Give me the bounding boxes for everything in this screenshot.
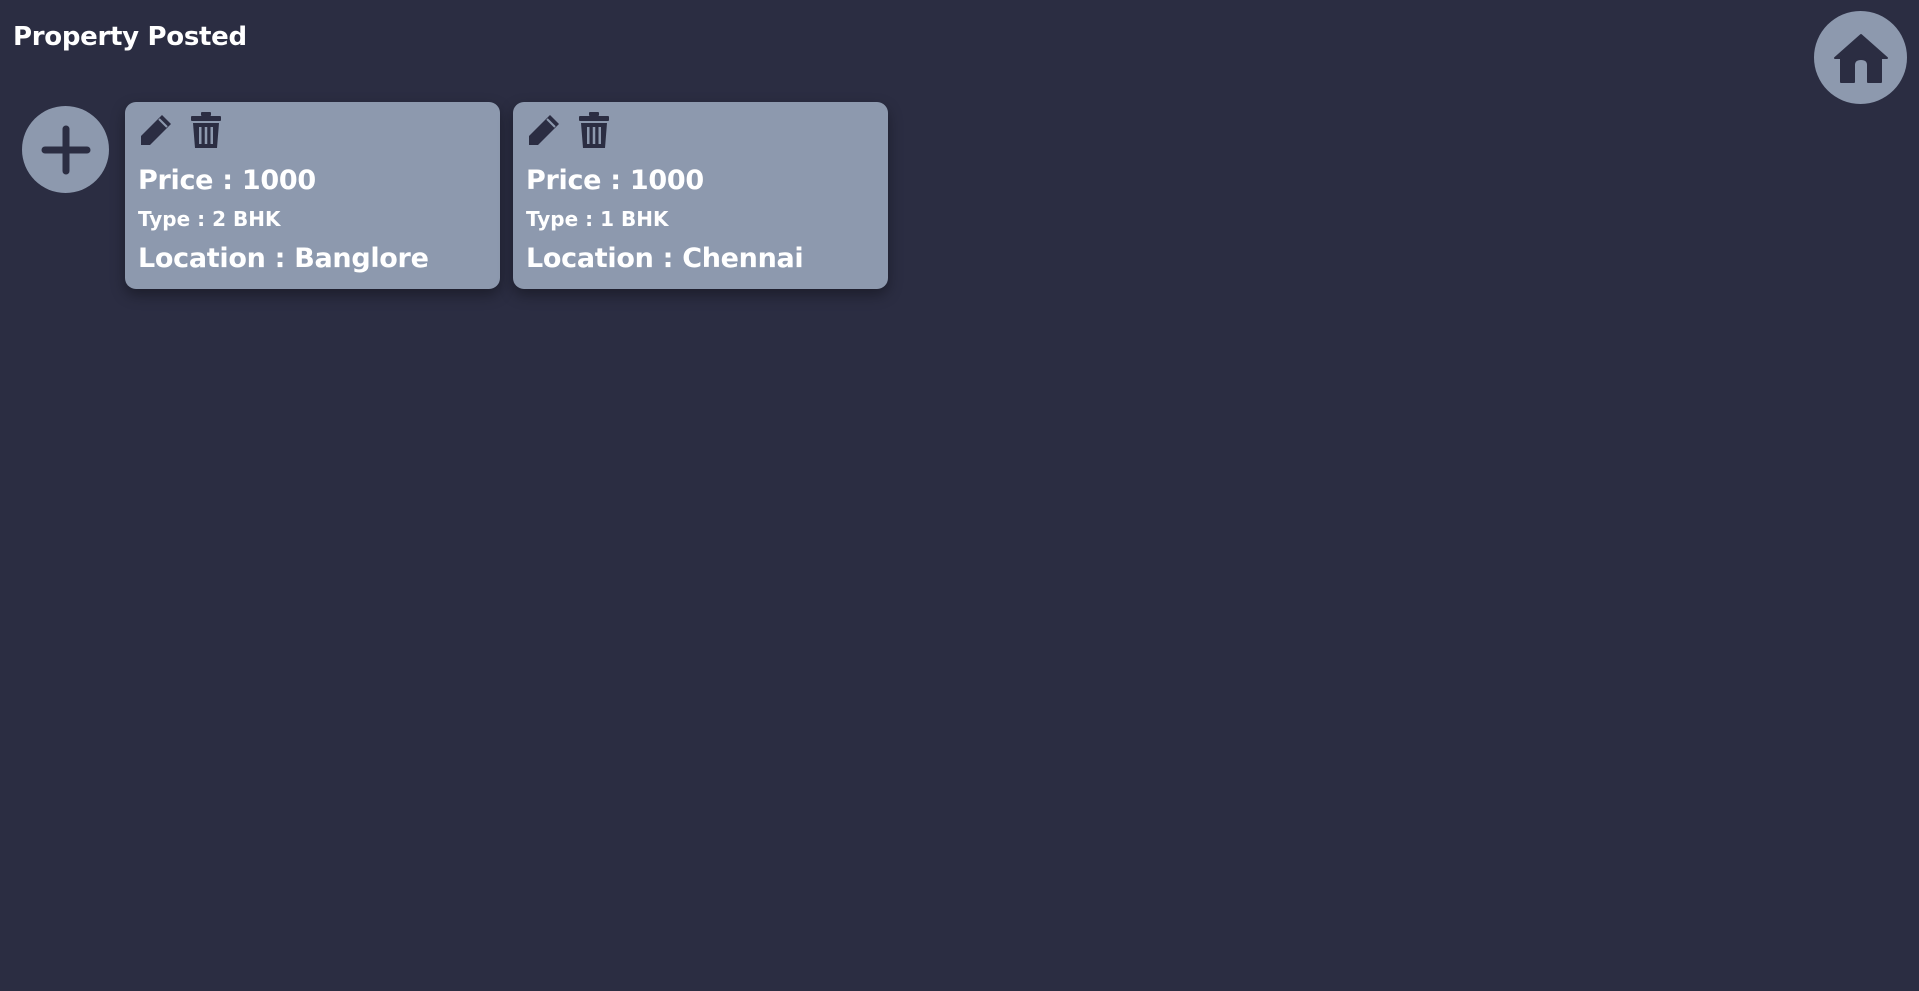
card-type: Type : 1 BHK [526,207,669,231]
card-price: Price : 1000 [526,165,704,196]
trash-icon [191,112,221,148]
page-title: Property Posted [13,22,247,52]
card-actions [138,110,487,150]
card-price: Price : 1000 [138,165,316,196]
delete-button[interactable] [576,111,612,149]
add-property-button[interactable] [22,106,109,193]
property-card: Price : 1000 Type : 1 BHK Location : Che… [513,102,888,289]
home-button[interactable] [1814,11,1907,104]
delete-button[interactable] [188,111,224,149]
edit-button[interactable] [526,111,562,149]
trash-icon [579,112,609,148]
card-location: Location : Banglore [138,243,429,274]
card-type: Type : 2 BHK [138,207,281,231]
card-location: Location : Chennai [526,243,804,274]
edit-button[interactable] [138,111,174,149]
pencil-icon [529,115,559,145]
property-card: Price : 1000 Type : 2 BHK Location : Ban… [125,102,500,289]
card-actions [526,110,875,150]
home-icon [1833,33,1888,83]
plus-icon [41,125,90,174]
pencil-icon [141,115,171,145]
